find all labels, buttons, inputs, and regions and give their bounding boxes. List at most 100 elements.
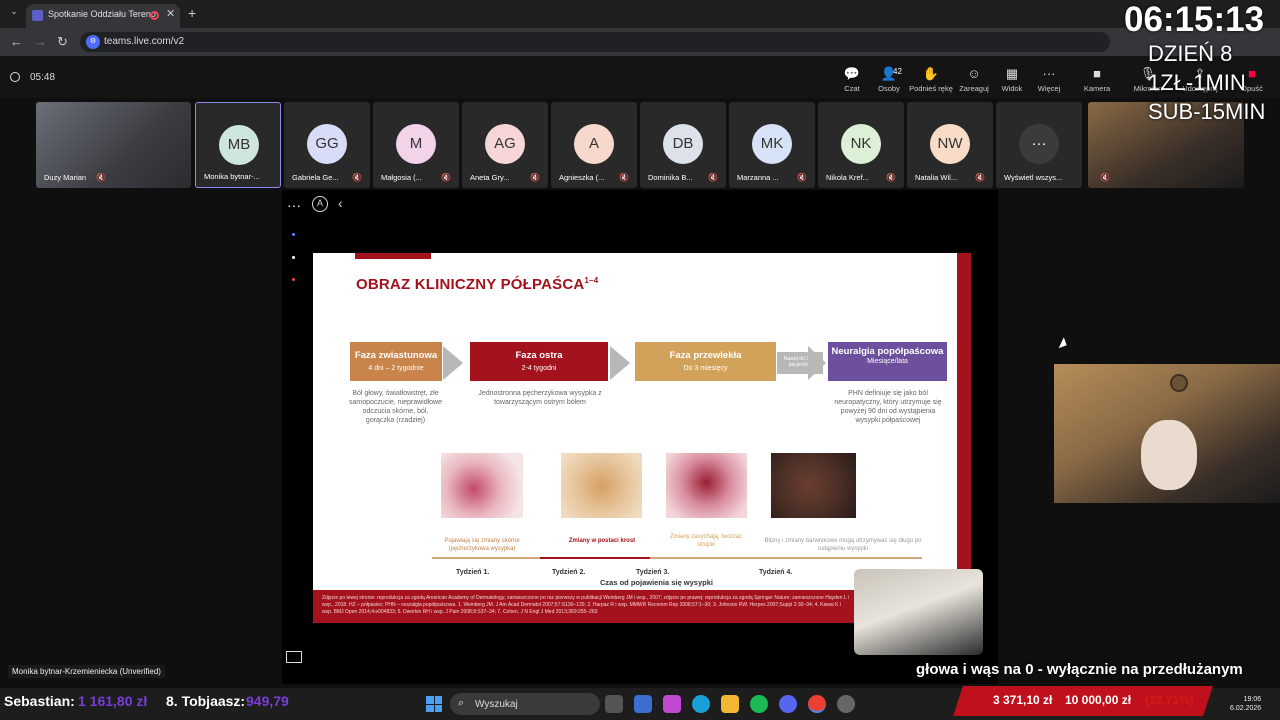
avatar: DB (663, 124, 703, 164)
mic-muted-icon: 🔇 (797, 173, 807, 182)
week-label: Tydzień 3. (636, 569, 670, 576)
participant-name: Duzy Marian (44, 173, 87, 182)
url-field[interactable] (80, 32, 1110, 52)
fullscreen-icon[interactable] (286, 651, 302, 663)
avatar: A (574, 124, 614, 164)
forward-icon[interactable]: → (34, 34, 47, 49)
participant-tile[interactable]: MB Monika bytnar-... (195, 102, 281, 188)
close-tab-icon[interactable]: ✕ (166, 7, 175, 20)
stream-ticker: głowa i wąs na 0 - wyłącznie na przedłuż… (916, 661, 1243, 678)
stage-caption: Blizny i zmiany barwnikowe mogą utrzymyw… (764, 538, 922, 552)
windows-start-icon[interactable] (426, 696, 442, 712)
people-button[interactable]: 👤 42 Osoby (867, 66, 911, 93)
timeline (432, 557, 922, 559)
participant-tile[interactable]: NW Natalia Wil... 🔇 (907, 102, 993, 188)
tab-title: Spotkanie Oddziału Tereno (48, 9, 156, 19)
teams-favicon-icon (32, 10, 43, 21)
tab-search-icon[interactable]: ⌄ (6, 6, 22, 22)
store-icon[interactable] (634, 695, 652, 713)
phase-description: Ból głowy, światłowstręt, złe samopoczuc… (349, 390, 442, 424)
top-donor-amount: 1 161,80 zł (78, 693, 148, 709)
people-count: 42 (893, 67, 902, 76)
site-info-icon[interactable]: ⚙ (86, 35, 100, 49)
spotify-icon[interactable] (750, 695, 768, 713)
more-icon: ··· (1019, 124, 1059, 164)
participant-tile[interactable]: MK Marzanna ... 🔇 (729, 102, 815, 188)
edge-icon[interactable] (692, 695, 710, 713)
task-view-icon[interactable] (605, 695, 623, 713)
phase-box: Neuralgia popółpaścowa Miesiące/lata (828, 342, 947, 381)
participant-tile-video[interactable]: Duzy Marian 🔇 (36, 102, 191, 188)
participant-name: Agnieszka (... (559, 173, 605, 182)
axis-label: Czas od pojawienia się wysypki (600, 578, 713, 587)
stage-caption: Zmiany zasychają, tworzac strupki (669, 534, 743, 548)
more-icon: ··· (1042, 66, 1056, 81)
arrow-icon (808, 346, 826, 380)
participant-tile[interactable]: GG Gabriela Ge... 🔇 (284, 102, 370, 188)
view-all-participants-button[interactable]: ··· Wyświetl wszys... (996, 102, 1082, 188)
week-label: Tydzień 2. (552, 569, 586, 576)
participant-tile[interactable]: AG Aneta Gry... 🔇 (462, 102, 548, 188)
share-options-icon[interactable]: ··· (287, 197, 301, 213)
participant-name: Małgosia (... (381, 173, 422, 182)
pointer-icon[interactable]: A (312, 196, 328, 212)
mouse-cursor-icon (1058, 337, 1070, 351)
file-explorer-icon[interactable] (721, 695, 739, 713)
participant-name: Marzanna ... (737, 173, 779, 182)
participant-tile[interactable]: M Małgosia (... 🔇 (373, 102, 459, 188)
wall-clock (1170, 374, 1188, 392)
avatar: MK (752, 124, 792, 164)
mic-muted-icon: 🔇 (352, 173, 362, 182)
slide-footnote: Zdjęcie po lewej stronie: reprodukcja za… (322, 595, 849, 615)
obs-icon[interactable] (837, 695, 855, 713)
sub-info: SUB-15MIN (1148, 99, 1266, 124)
slide-accent (957, 253, 971, 623)
taskbar-search[interactable] (450, 693, 600, 715)
new-tab-icon[interactable]: + (188, 5, 196, 21)
system-clock[interactable]: 19:06 6.02.2026 (1230, 695, 1261, 713)
stage-caption: Pojawiają się zmiany skórne (pęcherzykow… (444, 538, 520, 552)
participant-tile[interactable]: NK Nikola Kref... 🔇 (818, 102, 904, 188)
meeting-timer: 05:48 (30, 72, 56, 83)
participant-name: Gabriela Ge... (292, 173, 339, 182)
indicator-dot (292, 256, 295, 259)
avatar: NK (841, 124, 881, 164)
mic-muted-icon: 🔇 (96, 173, 106, 182)
chrome-icon[interactable] (808, 695, 826, 713)
phase-description: Jednostronna pęcherzykowa wysypka z towa… (478, 390, 602, 406)
recording-icon (150, 11, 159, 20)
donor-amount: 949,79 (246, 693, 289, 709)
mic-muted-icon: 🔇 (619, 173, 629, 182)
presentation-slide (313, 253, 971, 623)
timeline-highlight (540, 557, 650, 559)
skin-photo (771, 453, 856, 518)
phase-box: Faza przewlekła Do 3 miesięcy (635, 342, 776, 381)
url-text[interactable]: teams.live.com/v2 (104, 36, 184, 47)
more-button[interactable]: ··· Więcej (1027, 66, 1071, 93)
discord-icon[interactable] (779, 695, 797, 713)
hand-icon: ✋ (922, 66, 940, 81)
arrow-icon (443, 346, 463, 380)
camera-button[interactable]: ■ Kamera (1075, 66, 1119, 93)
mic-muted-icon: 🔇 (708, 173, 718, 182)
people-icon: 👤 (880, 66, 898, 81)
avatar: AG (485, 124, 525, 164)
skin-photo (666, 453, 747, 518)
chevron-left-icon[interactable]: ‹ (338, 195, 343, 211)
participant-tile[interactable]: DB Dominika B... 🔇 (640, 102, 726, 188)
search-placeholder: Wyszukaj (475, 699, 518, 710)
participant-name: Natalia Wil... (915, 173, 958, 182)
week-label: Tydzień 4. (759, 569, 793, 576)
subathon-timer: 06:15:13 (1124, 0, 1265, 39)
slide-accent (355, 253, 431, 259)
search-icon: ⌕ (458, 697, 465, 709)
raise-hand-button[interactable]: ✋ Podnieś rękę (909, 66, 953, 93)
webcam-overlay (854, 569, 983, 655)
phase-description: PHN definiuje się jako ból neuropatyczny… (834, 390, 942, 424)
reload-icon[interactable]: ↻ (57, 34, 68, 50)
slide-title: OBRAZ KLINICZNY PÓŁPAŚCA1–4 (356, 276, 599, 293)
browser-tab[interactable]: Spotkanie Oddziału Tereno ✕ (26, 4, 180, 28)
participant-tile[interactable]: A Agnieszka (... 🔇 (551, 102, 637, 188)
back-icon[interactable]: ← (10, 34, 23, 49)
copilot-icon[interactable] (663, 695, 681, 713)
